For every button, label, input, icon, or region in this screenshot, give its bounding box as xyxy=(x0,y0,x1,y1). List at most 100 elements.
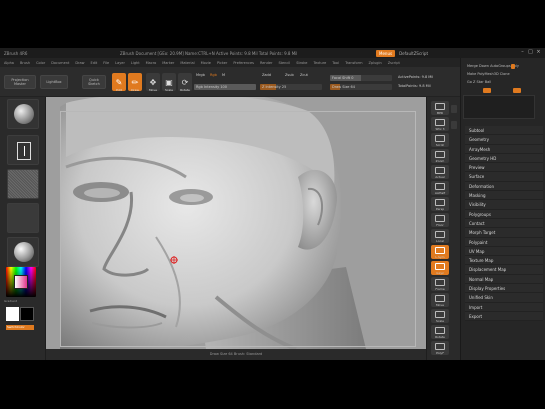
subpalette-masking[interactable]: Masking xyxy=(465,191,543,201)
edit-button[interactable]: ✎ Edit xyxy=(112,73,126,92)
menu-edit[interactable]: Edit xyxy=(91,61,98,65)
menu-marker[interactable]: Marker xyxy=(162,61,174,65)
menu-layer[interactable]: Layer xyxy=(115,61,125,65)
move-button[interactable]: ✥ Move xyxy=(146,73,160,92)
subpalette-morph-target[interactable]: Morph Target xyxy=(465,228,543,238)
main-color-swatch[interactable] xyxy=(6,307,19,321)
subpalette-display-properties[interactable]: Display Properties xyxy=(465,284,543,294)
spix-button[interactable]: SPix 3 xyxy=(431,117,449,131)
menu-document[interactable]: Document xyxy=(51,61,69,65)
subpalette-preview[interactable]: Preview xyxy=(465,163,543,173)
tray-accent-2[interactable] xyxy=(513,88,521,93)
subpalette-import[interactable]: Import xyxy=(465,302,543,312)
zoom-button[interactable]: Zoom xyxy=(431,149,449,163)
frame-button[interactable]: Frame xyxy=(431,277,449,291)
draw-button[interactable]: ✏ Draw xyxy=(128,73,142,92)
gxyz-button[interactable]: Gxyz xyxy=(431,261,449,275)
subpalette-normal-map[interactable]: Normal Map xyxy=(465,274,543,285)
projection-master-button[interactable]: Projection Master xyxy=(4,75,36,89)
rgb-intensity-slider[interactable]: Rgb Intensity 100 xyxy=(194,84,256,90)
menu-zplugin[interactable]: Zplugin xyxy=(368,61,381,65)
subpalette-displacement-map[interactable]: Displacement Map xyxy=(465,265,543,275)
persp-button[interactable]: Persp xyxy=(431,197,449,211)
menu-movie[interactable]: Movie xyxy=(201,61,211,65)
texture-selector[interactable] xyxy=(7,203,39,233)
alpha-selector[interactable] xyxy=(7,169,39,199)
subpalette-geometry[interactable]: Geometry xyxy=(465,135,543,145)
zsub-toggle[interactable]: Zsub xyxy=(285,73,294,77)
quick-sketch-button[interactable]: Quick Sketch xyxy=(82,75,106,89)
menu-transform[interactable]: Transform xyxy=(345,61,362,65)
menu-render[interactable]: Render xyxy=(260,61,272,65)
move-view-button[interactable]: Move xyxy=(431,293,449,307)
zcut-toggle[interactable]: Zcut xyxy=(300,73,308,77)
rgb-toggle[interactable]: Rgb xyxy=(210,73,217,77)
actual-button[interactable]: Actual xyxy=(431,165,449,179)
subpalette-polypaint[interactable]: Polypaint xyxy=(465,237,543,247)
material-selector[interactable] xyxy=(7,237,39,267)
local-button[interactable]: Local xyxy=(431,229,449,243)
scale-button[interactable]: ▣ Scale xyxy=(162,73,176,92)
scroll-button[interactable]: Scroll xyxy=(431,133,449,147)
menu-stencil[interactable]: Stencil xyxy=(278,61,290,65)
menu-brush[interactable]: Brush xyxy=(20,61,30,65)
menu-stroke[interactable]: Stroke xyxy=(296,61,307,65)
subpalette-uv-map[interactable]: UV Map xyxy=(465,246,543,257)
maximize-icon[interactable]: □ xyxy=(528,49,533,55)
switch-color-button[interactable]: SwitchColor xyxy=(6,325,34,330)
secondary-color-swatch[interactable] xyxy=(20,307,34,321)
menu-tool[interactable]: Tool xyxy=(332,61,339,65)
subpalette-unified-skin[interactable]: Unified Skin xyxy=(465,293,543,303)
polyf-button[interactable]: PolyF xyxy=(431,341,449,355)
menu-zscript[interactable]: Zscript xyxy=(388,61,400,65)
lsym-button[interactable]: L.Sym xyxy=(431,245,449,259)
aahalf-button[interactable]: AAHalf xyxy=(431,181,449,195)
menu-picker[interactable]: Picker xyxy=(217,61,227,65)
brush-selector[interactable] xyxy=(7,99,39,129)
zadd-toggle[interactable]: Zadd xyxy=(262,73,271,77)
draw-size-slider[interactable]: Draw Size 64 xyxy=(330,84,392,90)
menu-draw[interactable]: Draw xyxy=(75,61,84,65)
menu-texture[interactable]: Texture xyxy=(313,61,326,65)
subpalette-geometry-hd[interactable]: Geometry HD xyxy=(465,153,543,164)
shelf-toggle-2[interactable] xyxy=(451,121,457,129)
color-picker[interactable] xyxy=(6,267,36,297)
tray-accent-1[interactable] xyxy=(483,88,491,93)
subpalette-contact[interactable]: Contact xyxy=(465,218,543,229)
rotate-button[interactable]: ⟳ Rotate xyxy=(178,73,192,92)
subpalette-arraymesh[interactable]: ArrayMesh xyxy=(465,144,543,154)
color-picker-center[interactable] xyxy=(14,275,28,289)
rotate-view-button[interactable]: Rotate xyxy=(431,325,449,339)
viewport-canvas[interactable] xyxy=(46,97,426,349)
menu-macro[interactable]: Macro xyxy=(146,61,157,65)
subpalette-texture-map[interactable]: Texture Map xyxy=(465,256,543,266)
autogroups-orange[interactable] xyxy=(511,64,515,69)
m-toggle[interactable]: M xyxy=(222,73,225,77)
subpalette-visibility[interactable]: Visibility xyxy=(465,200,543,210)
minimize-icon[interactable]: – xyxy=(520,49,525,55)
floor-button[interactable]: Floor xyxy=(431,213,449,227)
menu-color[interactable]: Color xyxy=(36,61,45,65)
scale-view-button[interactable]: Scale xyxy=(431,309,449,323)
subpalette-deformation[interactable]: Deformation xyxy=(465,181,543,192)
default-zscript-button[interactable]: DefaultZScript xyxy=(397,51,430,56)
zbrush-window: ZBrush 4R6 ZBrush Document [GEo: 20.9M] … xyxy=(0,48,545,360)
menu-light[interactable]: Light xyxy=(131,61,140,65)
menu-preferences[interactable]: Preferences xyxy=(233,61,254,65)
subpalette-surface[interactable]: Surface xyxy=(465,172,543,182)
menu-alpha[interactable]: Alpha xyxy=(4,61,14,65)
mrgb-toggle[interactable]: Mrgb xyxy=(196,73,205,77)
menus-button[interactable]: Menus xyxy=(376,49,396,57)
subpalette-polygroups[interactable]: Polygroups xyxy=(465,209,543,219)
focal-shift-slider[interactable]: Focal Shift 0 xyxy=(330,75,392,81)
subpalette-subtool[interactable]: Subtool xyxy=(465,126,543,136)
menu-file[interactable]: File xyxy=(103,61,109,65)
subpalette-export[interactable]: Export xyxy=(465,311,543,322)
stroke-selector[interactable] xyxy=(7,135,39,165)
bpr-button[interactable]: BPR xyxy=(431,101,449,115)
shelf-toggle-1[interactable] xyxy=(451,105,457,113)
close-icon[interactable]: × xyxy=(536,49,541,55)
menu-material[interactable]: Material xyxy=(180,61,194,65)
z-intensity-slider[interactable]: Z Intensity 25 xyxy=(260,84,322,90)
lightbox-button[interactable]: LightBox xyxy=(40,75,68,89)
